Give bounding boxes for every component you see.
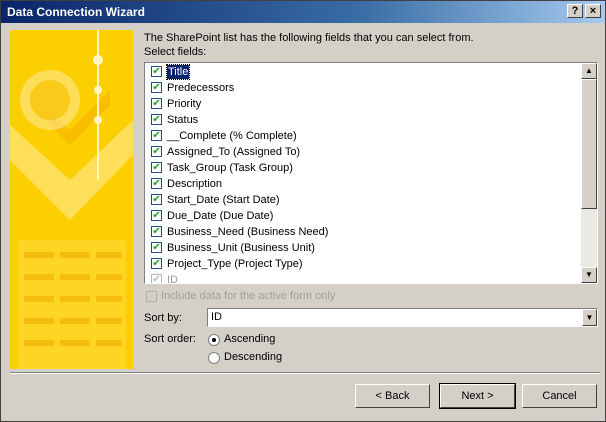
field-checkbox[interactable]: ✔ [151, 242, 162, 253]
field-checkbox[interactable]: ✔ [151, 162, 162, 173]
field-checkbox[interactable]: ✔ [151, 66, 162, 77]
next-button[interactable]: Next > [439, 383, 516, 409]
window-title: Data Connection Wizard [7, 5, 145, 19]
field-label: Due_Date (Due Date) [167, 210, 274, 222]
dropdown-arrow-icon[interactable]: ▼ [582, 309, 597, 326]
field-list[interactable]: ✔ Title ✔ Predecessors ✔ Priority ✔ Status ✔ __Co… [144, 62, 598, 284]
back-button[interactable]: < Back [355, 384, 430, 408]
field-checkbox[interactable]: ✔ [151, 274, 162, 283]
include-checkbox-box[interactable] [146, 291, 157, 302]
field-label: Business_Unit (Business Unit) [167, 242, 315, 254]
field-checkbox[interactable]: ✔ [151, 146, 162, 157]
field-label: Project_Type (Project Type) [167, 258, 303, 270]
field-checkbox[interactable]: ✔ [151, 178, 162, 189]
field-checkbox[interactable]: ✔ [151, 98, 162, 109]
scroll-up-icon[interactable]: ▲ [581, 63, 597, 79]
field-label: Description [167, 178, 223, 190]
field-label: Task_Group (Task Group) [167, 162, 293, 174]
banner-artwork [10, 30, 133, 369]
sort-by-label: Sort by: [144, 312, 182, 324]
field-checkbox[interactable]: ✔ [151, 210, 162, 221]
include-active-form-label: Include data for the active form only [161, 290, 336, 302]
ascending-radio[interactable] [208, 334, 220, 346]
title-bar[interactable]: Data Connection Wizard ? × [1, 1, 605, 23]
field-checkbox[interactable]: ✔ [151, 258, 162, 269]
field-label: ID [167, 274, 178, 284]
scroll-down-icon[interactable]: ▼ [581, 267, 597, 283]
field-label: Business_Need (Business Need) [167, 226, 329, 238]
descending-label[interactable]: Descending [224, 351, 282, 363]
scroll-thumb[interactable] [581, 79, 597, 209]
intro-text: The SharePoint list has the following fi… [144, 32, 474, 44]
help-button[interactable]: ? [567, 4, 583, 18]
field-label: Status [167, 114, 199, 126]
footer-separator [10, 372, 600, 374]
cancel-button[interactable]: Cancel [522, 384, 597, 408]
field-label: Priority [167, 98, 202, 110]
field-list-scrollbar[interactable]: ▲ ▼ [581, 63, 597, 283]
sort-order-label: Sort order: [144, 333, 196, 345]
field-checkbox[interactable]: ✔ [151, 114, 162, 125]
field-checkbox[interactable]: ✔ [151, 130, 162, 141]
field-label: Predecessors [167, 82, 235, 94]
sort-by-dropdown[interactable]: ID ▼ [207, 308, 598, 327]
field-label: __Complete (% Complete) [167, 130, 297, 142]
field-checkbox[interactable]: ✔ [151, 82, 162, 93]
field-label: Title [165, 64, 191, 80]
field-checkbox[interactable]: ✔ [151, 226, 162, 237]
wizard-banner-graphic [10, 30, 133, 369]
sort-by-value: ID [211, 311, 222, 323]
field-label: Start_Date (Start Date) [167, 194, 280, 206]
descending-radio[interactable] [208, 352, 220, 364]
select-fields-label: Select fields: [144, 46, 207, 58]
field-rows: ✔ Title ✔ Predecessors ✔ Priority ✔ Status ✔ __Co… [145, 63, 581, 283]
field-label: Assigned_To (Assigned To) [167, 146, 301, 158]
field-checkbox[interactable]: ✔ [151, 194, 162, 205]
close-button[interactable]: × [585, 4, 601, 18]
ascending-label[interactable]: Ascending [224, 333, 275, 345]
wizard-window: Data Connection Wizard ? × The SharePoin [0, 0, 606, 422]
